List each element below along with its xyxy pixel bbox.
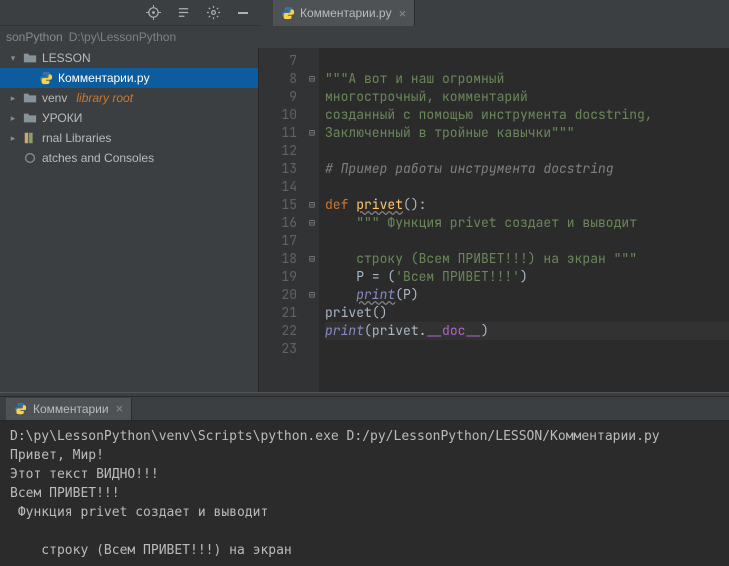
tree-item[interactable]: atches and Consoles (0, 148, 258, 168)
run-tool-window: Комментарии × D:\py\LessonPython\venv\Sc… (0, 397, 729, 566)
breadcrumb: sonPython D:\py\LessonPython (0, 26, 729, 48)
main-area: ▾LESSONКомментарии.py▸venvlibrary root▸У… (0, 48, 729, 392)
toolbar-area (0, 0, 259, 25)
run-tabs: Комментарии × (0, 397, 729, 421)
hide-icon[interactable] (235, 5, 251, 21)
target-icon[interactable] (145, 5, 161, 21)
python-file-icon (14, 402, 28, 416)
code-editor[interactable]: 7891011121314151617181920212223 ⊟⊟⊟⊟⊟⊟ "… (259, 48, 729, 392)
console-output[interactable]: D:\py\LessonPython\venv\Scripts\python.e… (0, 421, 729, 566)
collapse-icon[interactable] (175, 5, 191, 21)
gear-icon[interactable] (205, 5, 221, 21)
tree-item[interactable]: ▸rnal Libraries (0, 128, 258, 148)
tree-item[interactable]: Комментарии.py (0, 68, 258, 88)
run-tab-label: Комментарии (33, 402, 109, 416)
top-bar: Комментарии.py × (0, 0, 729, 26)
tree-item[interactable]: ▸УРОКИ (0, 108, 258, 128)
python-file-icon (281, 6, 295, 20)
breadcrumb-path: D:\py\LessonPython (69, 30, 176, 44)
editor-tab[interactable]: Комментарии.py × (273, 0, 415, 26)
editor-tabs: Комментарии.py × (259, 0, 729, 26)
editor-tab-label: Комментарии.py (300, 6, 392, 20)
tab-close-icon[interactable]: × (399, 6, 407, 21)
fold-column[interactable]: ⊟⊟⊟⊟⊟⊟ (305, 48, 319, 392)
line-gutter: 7891011121314151617181920212223 (259, 48, 305, 392)
tree-item[interactable]: ▸venvlibrary root (0, 88, 258, 108)
run-tab[interactable]: Комментарии × (6, 398, 132, 420)
run-tab-close-icon[interactable]: × (116, 401, 124, 416)
code-area[interactable]: """А вот и наш огромныймногострочный, ко… (319, 48, 729, 392)
project-tree[interactable]: ▾LESSONКомментарии.py▸venvlibrary root▸У… (0, 48, 259, 392)
breadcrumb-project[interactable]: sonPython (6, 30, 63, 44)
tree-item[interactable]: ▾LESSON (0, 48, 258, 68)
